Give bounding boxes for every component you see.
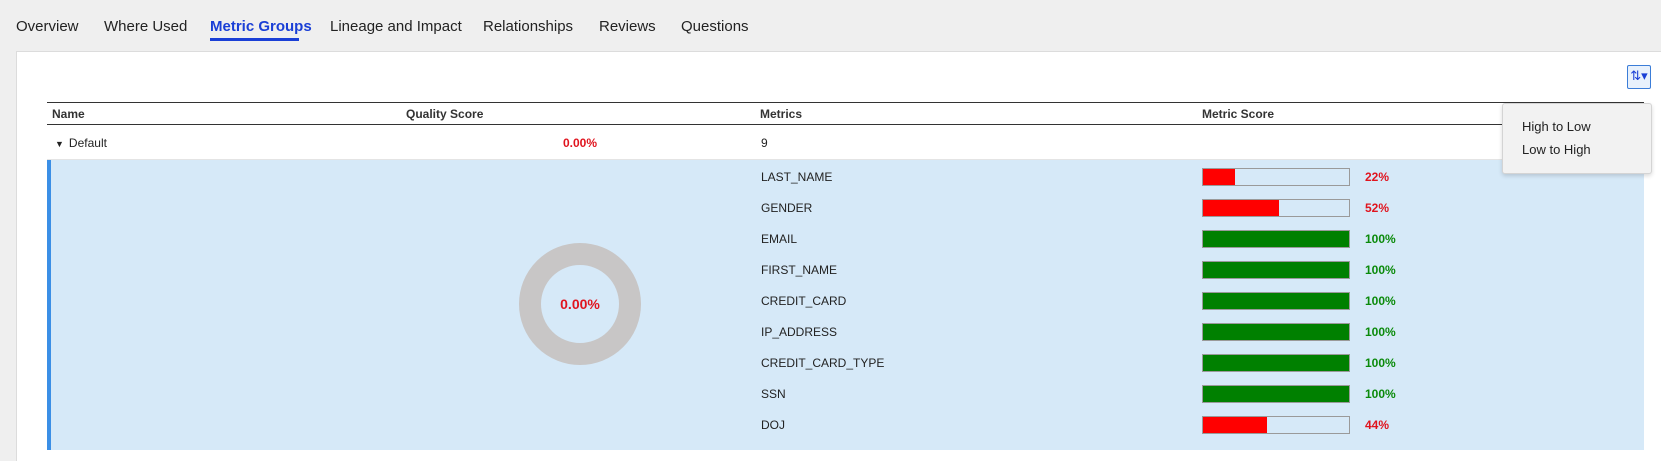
tab-metric-groups[interactable]: Metric Groups <box>210 18 312 35</box>
metric-score-fill <box>1203 355 1349 371</box>
active-tab-indicator <box>210 38 299 41</box>
header-bottom-border <box>47 124 1644 125</box>
group-metrics-count: 9 <box>761 136 768 150</box>
sort-dropdown-menu: High to Low Low to High <box>1502 103 1652 174</box>
metric-score-label: 100% <box>1365 294 1396 308</box>
sort-icon: ⇅▾ <box>1630 69 1648 84</box>
metric-score-bar <box>1202 199 1350 217</box>
metric-score-fill <box>1203 417 1268 433</box>
sort-button[interactable]: ⇅▾ <box>1627 65 1651 89</box>
metric-score-label: 52% <box>1365 201 1390 215</box>
metric-score-label: 100% <box>1365 263 1396 277</box>
metric-score-fill <box>1203 200 1279 216</box>
metric-name: CREDIT_CARD_TYPE <box>761 356 885 370</box>
metric-score-label: 100% <box>1365 232 1396 246</box>
metric-score-bar <box>1202 292 1350 310</box>
metric-name: DOJ <box>761 418 785 432</box>
sort-high-to-low[interactable]: High to Low <box>1522 119 1591 134</box>
metric-score-label: 100% <box>1365 325 1396 339</box>
metric-score-bar <box>1202 354 1350 372</box>
metric-score-bar <box>1202 168 1350 186</box>
metric-name: IP_ADDRESS <box>761 325 838 339</box>
tab-lineage-and-impact[interactable]: Lineage and Impact <box>330 18 462 35</box>
tab-overview[interactable]: Overview <box>16 18 79 35</box>
metric-score-label: 44% <box>1365 418 1390 432</box>
metric-score-fill <box>1203 231 1349 247</box>
column-header-quality-score[interactable]: Quality Score <box>406 107 483 121</box>
metric-score-label: 100% <box>1365 387 1396 401</box>
donut-label: 0.00% <box>560 296 600 312</box>
tab-bar: Overview Where Used Metric Groups Lineag… <box>0 0 1661 51</box>
metric-score-label: 100% <box>1365 356 1396 370</box>
metric-name: CREDIT_CARD <box>761 294 847 308</box>
group-name-label: Default <box>68 136 107 150</box>
metric-score-bar <box>1202 416 1350 434</box>
metric-name: SSN <box>761 387 786 401</box>
caret-down-icon[interactable]: ▼ <box>55 139 64 149</box>
metric-score-fill <box>1203 169 1236 185</box>
metric-score-bar <box>1202 261 1350 279</box>
tab-relationships[interactable]: Relationships <box>483 18 573 35</box>
tab-reviews[interactable]: Reviews <box>599 18 656 35</box>
group-quality-score: 0.00% <box>563 136 598 150</box>
column-header-name[interactable]: Name <box>52 107 85 121</box>
sort-low-to-high[interactable]: Low to High <box>1522 142 1591 157</box>
metric-name: GENDER <box>761 201 813 215</box>
metric-score-fill <box>1203 293 1349 309</box>
metric-score-bar <box>1202 323 1350 341</box>
tab-questions[interactable]: Questions <box>681 18 749 35</box>
table-top-border <box>47 102 1644 103</box>
metric-score-fill <box>1203 386 1349 402</box>
tab-where-used[interactable]: Where Used <box>104 18 187 35</box>
metric-score-fill <box>1203 262 1349 278</box>
metric-name: EMAIL <box>761 232 798 246</box>
metric-score-fill <box>1203 324 1349 340</box>
metric-score-label: 22% <box>1365 170 1390 184</box>
metric-name: LAST_NAME <box>761 170 833 184</box>
metric-score-bar <box>1202 230 1350 248</box>
metric-name: FIRST_NAME <box>761 263 838 277</box>
metric-score-bar <box>1202 385 1350 403</box>
column-header-metrics[interactable]: Metrics <box>760 107 802 121</box>
group-name[interactable]: ▼ Default <box>55 136 107 150</box>
column-header-metric-score[interactable]: Metric Score <box>1202 107 1274 121</box>
quality-score-donut: 0.00% <box>519 243 641 365</box>
